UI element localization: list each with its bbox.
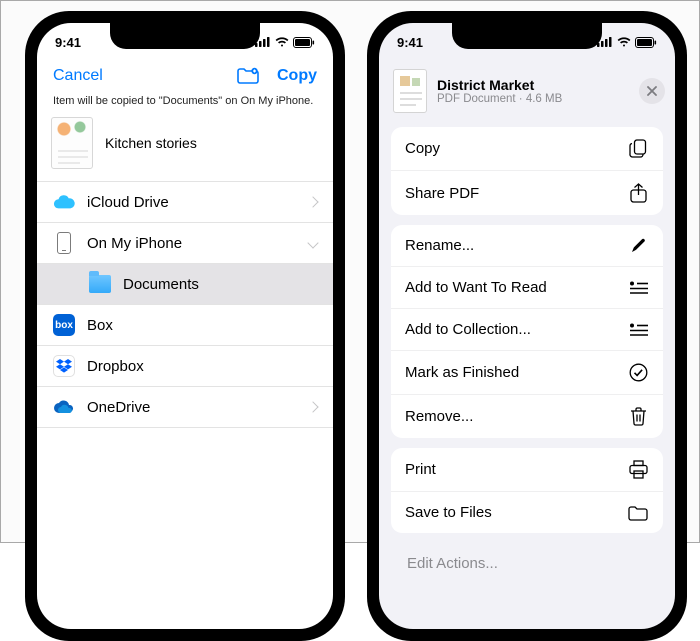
cancel-button[interactable]: Cancel — [53, 67, 103, 85]
screen-right: 9:41 District Market PDF Document · 4.6 … — [379, 23, 675, 629]
list-icon — [627, 281, 649, 295]
location-label: Box — [87, 317, 113, 334]
location-label: Dropbox — [87, 358, 144, 375]
menu-item-label: Add to Want To Read — [405, 279, 547, 296]
document-title: District Market — [437, 77, 629, 93]
stage: 9:41 Cancel Copy Item will be copied to … — [0, 0, 700, 543]
menu-group: Print Save to Files — [391, 448, 663, 533]
check-icon — [627, 363, 649, 382]
wifi-icon — [617, 37, 631, 47]
file-thumbnail — [51, 117, 93, 169]
menu-item-share[interactable]: Share PDF — [391, 171, 663, 215]
folder-icon — [627, 505, 649, 521]
document-thumbnail — [393, 69, 427, 113]
sheet-header: District Market PDF Document · 4.6 MB — [379, 61, 675, 123]
menu-group: Rename... Add to Want To Read Add to Colle… — [391, 225, 663, 438]
file-name: Kitchen stories — [105, 135, 197, 151]
battery-icon — [293, 37, 315, 48]
notch — [110, 23, 260, 49]
menu-item-save[interactable]: Save to Files — [391, 492, 663, 533]
destination-hint: Item will be copied to "Documents" on On… — [37, 93, 333, 117]
chevron-right-icon — [307, 196, 318, 207]
file-card: Kitchen stories — [51, 117, 319, 169]
location-list: iCloud Drive On My iPhone Documents — [37, 181, 333, 428]
menu-item-want[interactable]: Add to Want To Read — [391, 267, 663, 309]
new-folder-button[interactable] — [237, 67, 259, 85]
status-icons — [255, 37, 315, 48]
battery-icon — [635, 37, 657, 48]
dropbox-icon — [53, 355, 75, 377]
phone-frame-left: 9:41 Cancel Copy Item will be copied to … — [25, 11, 345, 641]
folder-icon — [89, 273, 111, 295]
icloud-icon — [53, 191, 75, 213]
edit-actions-button[interactable]: Edit Actions... — [391, 543, 663, 584]
copy-icon — [627, 139, 649, 158]
copy-button[interactable]: Copy — [277, 67, 317, 85]
pencil-icon — [627, 237, 649, 254]
status-icons — [597, 37, 657, 48]
notch — [452, 23, 602, 49]
menu-item-copy[interactable]: Copy — [391, 127, 663, 171]
location-row-onmyiphone[interactable]: On My iPhone — [37, 223, 333, 264]
location-row-box[interactable]: box Box — [37, 305, 333, 346]
menu-item-label: Rename... — [405, 237, 474, 254]
status-time: 9:41 — [55, 35, 81, 50]
location-row-icloud[interactable]: iCloud Drive — [37, 182, 333, 223]
location-row-documents[interactable]: Documents — [37, 264, 333, 305]
chevron-down-icon — [307, 237, 318, 248]
print-icon — [627, 460, 649, 479]
phone-frame-right: 9:41 District Market PDF Document · 4.6 … — [367, 11, 687, 641]
location-row-onedrive[interactable]: OneDrive — [37, 387, 333, 428]
location-row-dropbox[interactable]: Dropbox — [37, 346, 333, 387]
location-label: Documents — [123, 276, 199, 293]
document-subtitle: PDF Document · 4.6 MB — [437, 93, 629, 105]
status-time: 9:41 — [397, 35, 423, 50]
menu-item-rename[interactable]: Rename... — [391, 225, 663, 267]
menu-item-collection[interactable]: Add to Collection... — [391, 309, 663, 351]
menu-item-label: Print — [405, 461, 436, 478]
close-button[interactable] — [639, 78, 665, 104]
menu-item-label: Share PDF — [405, 185, 479, 202]
list-icon — [627, 323, 649, 337]
screen-left: 9:41 Cancel Copy Item will be copied to … — [37, 23, 333, 629]
onedrive-icon — [53, 396, 75, 418]
chevron-right-icon — [307, 401, 318, 412]
menu-item-finished[interactable]: Mark as Finished — [391, 351, 663, 395]
box-icon: box — [53, 314, 75, 336]
location-label: OneDrive — [87, 399, 150, 416]
menu-container: Copy Share PDF Rename... Add to Want To Rea… — [379, 127, 675, 533]
location-label: iCloud Drive — [87, 194, 169, 211]
menu-item-label: Remove... — [405, 408, 473, 425]
menu-item-remove[interactable]: Remove... — [391, 395, 663, 438]
menu-item-label: Copy — [405, 140, 440, 157]
menu-item-label: Save to Files — [405, 504, 492, 521]
iphone-icon — [53, 232, 75, 254]
menu-item-print[interactable]: Print — [391, 448, 663, 492]
location-label: On My iPhone — [87, 235, 182, 252]
trash-icon — [627, 407, 649, 426]
document-info: District Market PDF Document · 4.6 MB — [437, 77, 629, 105]
menu-group: Copy Share PDF — [391, 127, 663, 215]
share-icon — [627, 183, 649, 203]
wifi-icon — [275, 37, 289, 47]
save-header: Cancel Copy — [37, 61, 333, 93]
close-icon — [647, 86, 657, 96]
menu-item-label: Add to Collection... — [405, 321, 531, 338]
menu-item-label: Mark as Finished — [405, 364, 519, 381]
